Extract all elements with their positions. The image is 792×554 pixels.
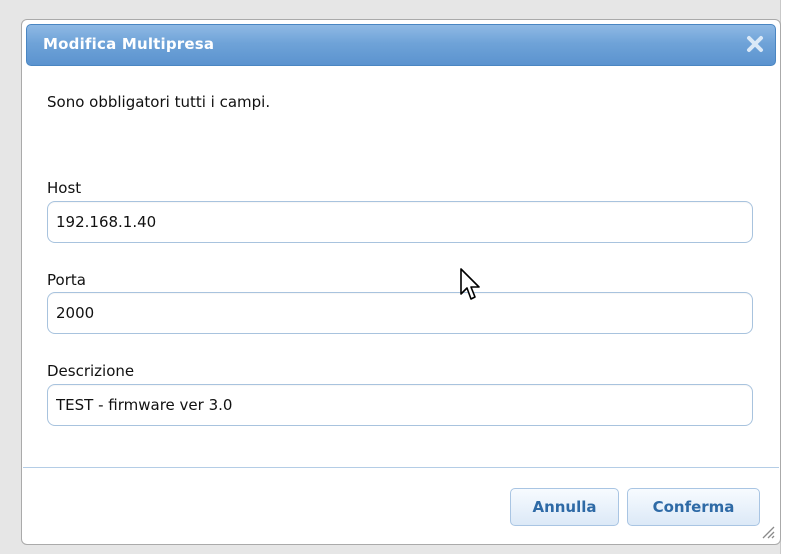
confirm-button[interactable]: Conferma [627, 488, 760, 526]
resize-grip-icon[interactable] [760, 524, 776, 540]
host-label: Host [47, 179, 82, 197]
dialog-title: Modifica Multipresa [43, 35, 215, 53]
port-label: Porta [47, 271, 86, 289]
background-panel-edge [780, 0, 792, 554]
host-input[interactable] [47, 201, 753, 243]
mouse-pointer-icon [460, 268, 480, 300]
description-label: Descrizione [47, 362, 135, 380]
required-fields-note: Sono obbligatori tutti i campi. [47, 93, 271, 111]
close-icon[interactable] [744, 33, 766, 55]
cancel-button[interactable]: Annulla [510, 488, 619, 526]
edit-dialog: Modifica Multipresa Sono obbligatori tut… [21, 19, 781, 545]
description-input[interactable] [47, 384, 753, 426]
dialog-titlebar[interactable]: Modifica Multipresa [26, 24, 776, 66]
footer-separator [23, 467, 779, 468]
port-input[interactable] [47, 292, 753, 334]
